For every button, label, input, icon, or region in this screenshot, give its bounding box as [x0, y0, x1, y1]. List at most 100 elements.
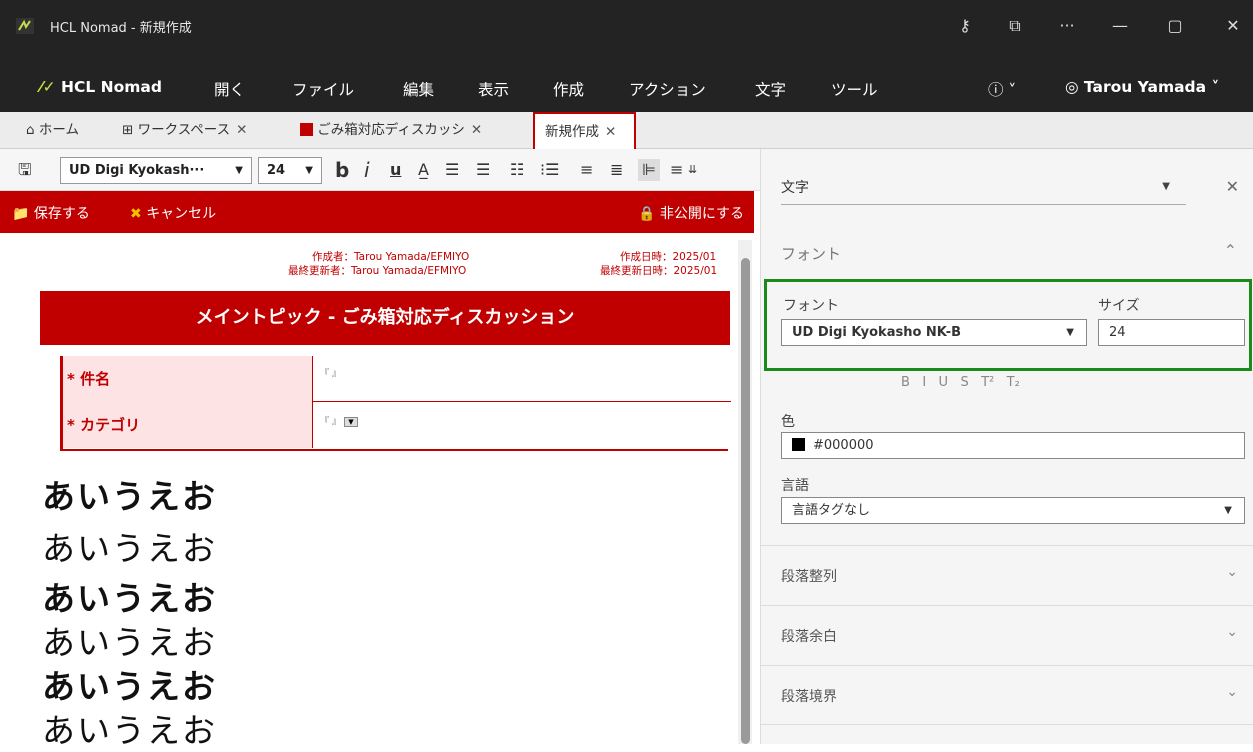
text-color-icon[interactable]: A̲ [418, 159, 429, 181]
bullet-list-icon[interactable]: ☷ [510, 159, 524, 181]
menu-edit[interactable]: 編集 [403, 78, 434, 100]
color-value: #000000 [813, 438, 874, 453]
save-icon[interactable]: 🖫 [18, 159, 32, 181]
user-menu[interactable]: ◎ Tarou Yamada ˅ [1065, 78, 1219, 96]
indent-icon[interactable]: ☰ [445, 159, 459, 181]
close-tab-icon[interactable]: ✕ [605, 124, 616, 140]
panel-type-select[interactable]: 文字 ▼ [781, 177, 1186, 205]
close-tab-icon[interactable]: ✕ [236, 122, 247, 138]
action-bar: 📁 保存する ✖ キャンセル 🔒 非公開にする [0, 191, 754, 233]
chevron-down-icon: ⌄ [1226, 684, 1238, 700]
numbered-list-icon[interactable]: ⁝☰ [540, 159, 559, 181]
font-select-value: UD Digi Kyokash··· [69, 163, 205, 178]
language-label: 言語 [781, 478, 809, 494]
section-align-label: 段落整列 [781, 569, 837, 585]
menu-tools[interactable]: ツール [831, 78, 878, 100]
folder-icon: 📁 [12, 206, 30, 222]
size-select-value: 24 [267, 163, 286, 178]
section-border[interactable]: 段落境界 ⌄ [761, 665, 1253, 725]
align-center-icon[interactable]: ≡ [580, 159, 593, 181]
menu-create[interactable]: 作成 [553, 78, 584, 100]
subject-label: * 件名 [63, 356, 313, 402]
updated-meta: 最終更新日時：2025/01 [600, 265, 718, 277]
title-bar: HCL Nomad - 新規作成 ⚷ ⧉ ··· — ▢ ✕ [0, 0, 1253, 54]
user-icon: ◎ [1065, 78, 1084, 96]
subject-field[interactable]: 『 』 [316, 356, 730, 402]
menu-view[interactable]: 表示 [478, 78, 509, 100]
chevron-up-icon[interactable]: ⌃ [1224, 241, 1237, 260]
minimize-button[interactable]: — [1105, 14, 1135, 38]
chevron-down-icon: ▼ [1224, 505, 1232, 516]
color-label: 色 [781, 414, 795, 430]
category-field[interactable]: 『 』 ▼ [316, 402, 730, 448]
font-select[interactable]: UD Digi Kyokash··· ▼ [60, 157, 252, 184]
tab-discussion-label: ごみ箱対応ディスカッシ [317, 122, 465, 138]
cancel-icon: ✖ [130, 206, 142, 222]
body-line-1[interactable]: あいうえお [42, 470, 217, 518]
outdent-icon[interactable]: ☰ [476, 159, 490, 181]
subject-row: * 件名 『 』 [63, 356, 731, 402]
body-line-4[interactable]: あいうえお [42, 616, 217, 664]
cancel-button[interactable]: ✖ キャンセル [130, 203, 216, 223]
body-line-6[interactable]: あいうえお [42, 704, 217, 752]
lock-icon: 🔒 [637, 206, 656, 222]
save-button[interactable]: 📁 保存する [12, 203, 90, 223]
size-input[interactable]: 24 [1098, 319, 1245, 346]
tab-new-label: 新規作成 [545, 124, 599, 140]
chevron-down-icon: ▼ [1162, 181, 1170, 192]
tab-workspace-label: ワークスペース [137, 122, 231, 138]
toolbar-overflow-icon[interactable]: ⇊ [688, 159, 697, 181]
chevron-down-icon: ⌄ [1226, 624, 1238, 640]
tab-workspace[interactable]: ⊞ ワークスペース ✕ [122, 112, 247, 149]
menu-file[interactable]: ファイル [292, 78, 354, 100]
titlebar-gap [0, 54, 1253, 64]
font-select[interactable]: UD Digi Kyokasho NK-B ▼ [781, 319, 1087, 346]
body-line-2[interactable]: あいうえお [42, 522, 217, 570]
close-button[interactable]: ✕ [1218, 14, 1248, 38]
style-buttons[interactable]: B I U S T² T₂ [901, 375, 1020, 390]
updater-meta: 最終更新者：Tarou Yamada/EFMIYO [288, 265, 467, 277]
underline-icon[interactable]: u [390, 159, 401, 181]
font-select-value: UD Digi Kyokasho NK-B [792, 325, 962, 340]
close-panel-icon[interactable]: ✕ [1226, 177, 1239, 196]
category-dropdown[interactable]: ▼ [344, 417, 358, 427]
align-left-icon[interactable]: ⊫ [638, 159, 660, 181]
tab-new[interactable]: 新規作成 ✕ [533, 112, 636, 150]
align-right-icon[interactable]: ≡ [670, 159, 683, 181]
body-line-3[interactable]: あいうえお [42, 572, 217, 620]
section-margin[interactable]: 段落余白 ⌄ [761, 605, 1253, 665]
created-meta: 作成日時：2025/01 [620, 251, 717, 263]
menu-open[interactable]: 開く [214, 78, 245, 100]
form-fields: * 件名 『 』 * カテゴリ 『 』 ▼ [60, 356, 731, 451]
section-align[interactable]: 段落整列 ⌄ [761, 545, 1253, 605]
key-icon[interactable]: ⚷ [950, 14, 980, 38]
maximize-button[interactable]: ▢ [1160, 14, 1190, 38]
menu-text[interactable]: 文字 [755, 78, 786, 100]
section-margin-label: 段落余白 [781, 629, 837, 645]
workspace-icon: ⊞ [122, 122, 138, 138]
color-input[interactable]: #000000 [781, 432, 1245, 459]
scroll-thumb[interactable] [741, 258, 750, 744]
help-icon[interactable]: ⓘ ˅ [988, 78, 1016, 100]
tab-home[interactable]: ⌂ ホーム [26, 112, 79, 149]
category-label: * カテゴリ [63, 402, 313, 448]
format-toolbar: 🖫 UD Digi Kyokash··· ▼ 24 ▼ b i u A̲ ☰ ☰ ☷… [0, 149, 760, 191]
close-tab-icon[interactable]: ✕ [471, 122, 482, 138]
bold-icon[interactable]: b [335, 159, 349, 181]
author-meta: 作成者：Tarou Yamada/EFMIYO [312, 251, 470, 263]
private-button[interactable]: 🔒 非公開にする [638, 203, 744, 223]
cast-icon[interactable]: ⧉ [1000, 14, 1030, 38]
tab-discussion[interactable]: ごみ箱対応ディスカッシ ✕ [300, 112, 482, 149]
body-line-5[interactable]: あいうえお [42, 660, 217, 708]
language-value: 言語タグなし [792, 503, 871, 518]
home-icon: ⌂ [26, 122, 39, 138]
menu-action[interactable]: アクション [629, 78, 706, 100]
size-select[interactable]: 24 ▼ [258, 157, 322, 184]
justify-icon[interactable]: ≣ [610, 159, 623, 181]
language-select[interactable]: 言語タグなし ▼ [781, 497, 1245, 524]
tab-bar: ⌂ ホーム ⊞ ワークスペース ✕ ごみ箱対応ディスカッシ ✕ 新規作成 ✕ [0, 112, 1253, 150]
editor-scrollbar[interactable] [738, 240, 752, 744]
more-icon[interactable]: ··· [1052, 14, 1082, 38]
panel-type-value: 文字 [781, 180, 809, 196]
italic-icon[interactable]: i [364, 159, 370, 181]
